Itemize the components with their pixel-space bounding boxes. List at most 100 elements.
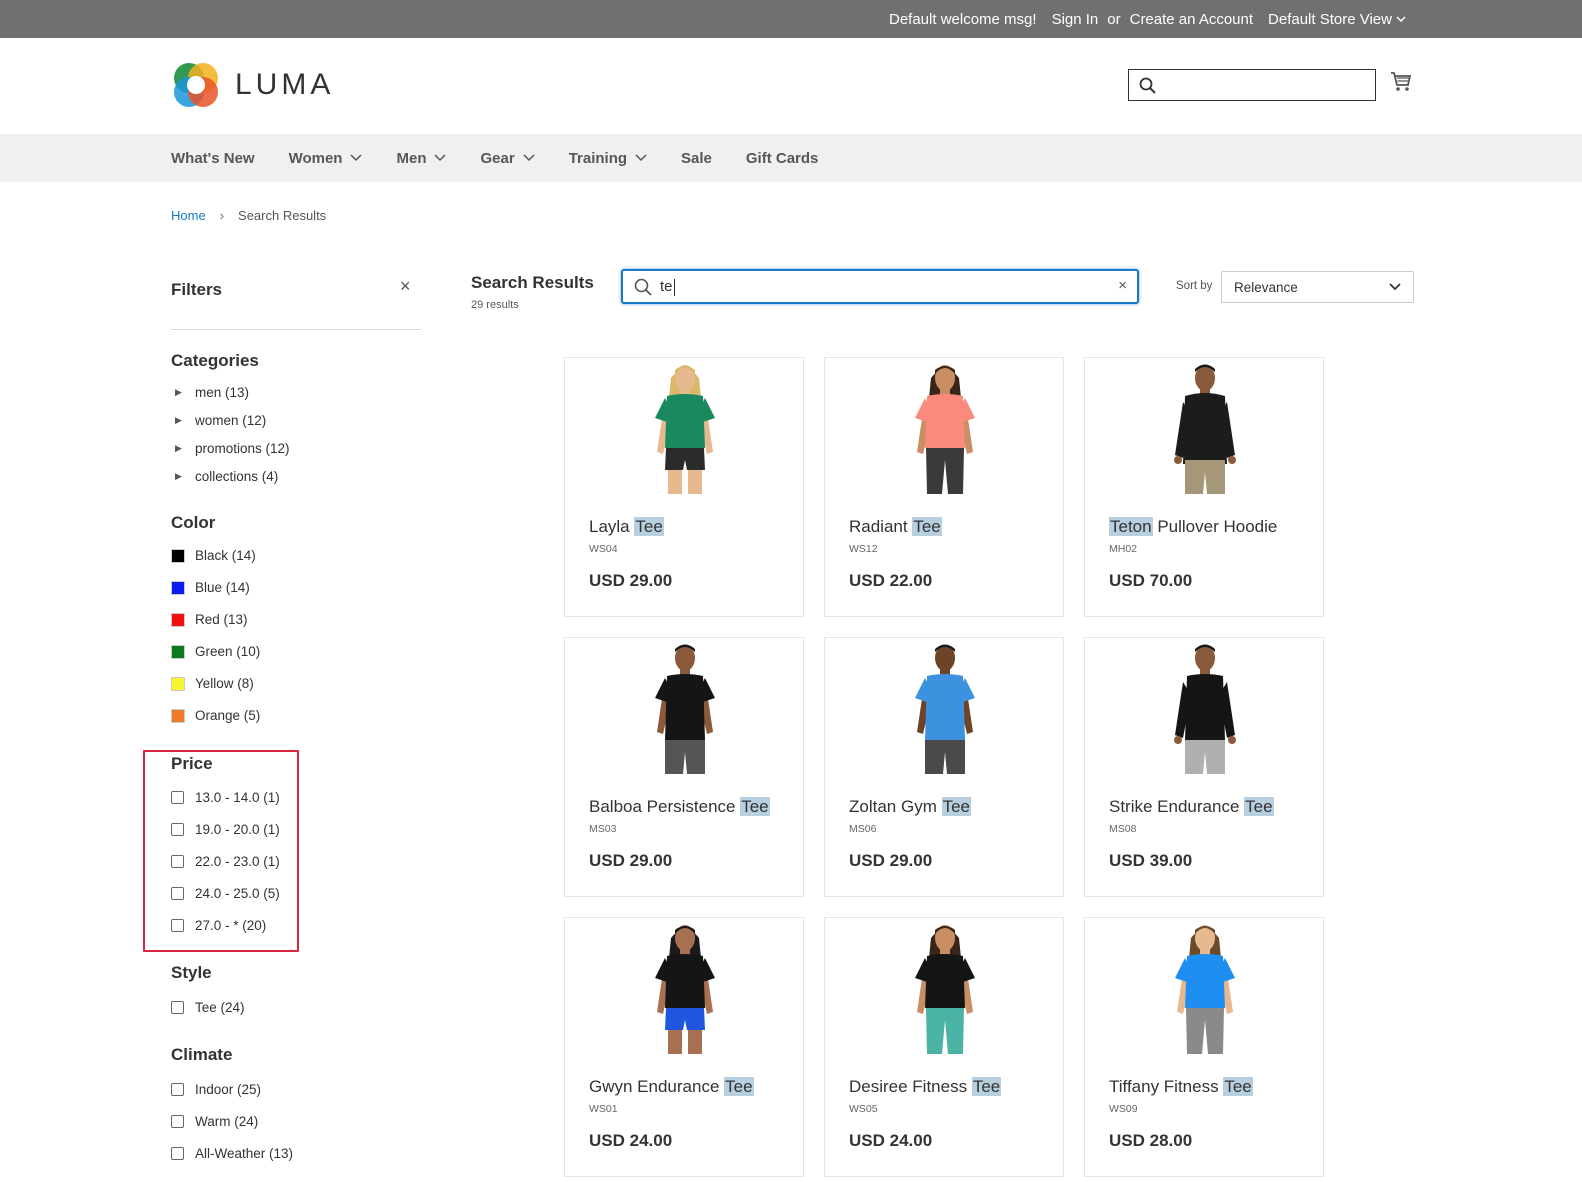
- search-term-highlight: Tee: [1244, 797, 1274, 816]
- filter-checkbox[interactable]: [171, 1083, 184, 1096]
- filter-checkbox[interactable]: [171, 1147, 184, 1160]
- product-name-link[interactable]: Radiant Tee: [849, 517, 942, 537]
- search-term-highlight: Tee: [941, 797, 972, 816]
- nav-item-gear[interactable]: Gear: [480, 150, 535, 167]
- style-filter-option[interactable]: Tee (24): [171, 1000, 245, 1015]
- luma-logo[interactable]: LUMA: [171, 60, 334, 110]
- results-search-input[interactable]: te ×: [621, 269, 1139, 304]
- product-name-link[interactable]: Tiffany Fitness Tee: [1109, 1077, 1253, 1097]
- nav-item-label: Training: [568, 149, 628, 167]
- nav-item-label: Gift Cards: [745, 149, 819, 167]
- nav-item-training[interactable]: Training: [569, 150, 647, 167]
- product-name-link[interactable]: Teton Pullover Hoodie: [1109, 517, 1277, 537]
- nav-item-sale[interactable]: Sale: [681, 150, 712, 167]
- product-card[interactable]: Radiant Tee WS12 USD 22.00: [824, 357, 1064, 617]
- climate-filter-option[interactable]: All-Weather (13): [171, 1146, 293, 1161]
- product-image[interactable]: [1145, 920, 1265, 1054]
- product-card[interactable]: Balboa Persistence Tee MS03 USD 29.00: [564, 637, 804, 897]
- categories-filter-option[interactable]: ▶ men (13): [171, 385, 249, 400]
- filter-checkbox[interactable]: [171, 791, 184, 804]
- product-name-link[interactable]: Zoltan Gym Tee: [849, 797, 972, 817]
- filter-option-label: 24.0 - 25.0 (5): [195, 886, 280, 901]
- filter-checkbox[interactable]: [171, 919, 184, 932]
- filter-option-label: Tee (24): [195, 1000, 245, 1015]
- product-image[interactable]: [885, 920, 1005, 1054]
- product-name-link[interactable]: Gwyn Endurance Tee: [589, 1077, 754, 1097]
- categories-filter-option[interactable]: ▶ promotions (12): [171, 441, 290, 456]
- filter-checkbox[interactable]: [171, 887, 184, 900]
- product-card[interactable]: Zoltan Gym Tee MS06 USD 29.00: [824, 637, 1064, 897]
- color-filter-option[interactable]: Green (10): [171, 644, 260, 659]
- product-image[interactable]: [885, 360, 1005, 494]
- cart-icon[interactable]: [1390, 71, 1412, 98]
- color-swatch: [171, 644, 185, 659]
- product-image[interactable]: [625, 640, 745, 774]
- price-filter-option[interactable]: 22.0 - 23.0 (1): [171, 854, 280, 869]
- product-card[interactable]: Teton Pullover Hoodie MH02 USD 70.00: [1084, 357, 1324, 617]
- filter-checkbox[interactable]: [171, 1115, 184, 1128]
- sort-by-select[interactable]: Relevance: [1221, 271, 1414, 303]
- price-filter-option[interactable]: 13.0 - 14.0 (1): [171, 790, 280, 805]
- product-name-text: Radiant: [849, 517, 913, 536]
- climate-filter-option[interactable]: Indoor (25): [171, 1082, 261, 1097]
- product-name-link[interactable]: Strike Endurance Tee: [1109, 797, 1274, 817]
- filter-checkbox[interactable]: [171, 1001, 184, 1014]
- color-swatch: [171, 612, 185, 627]
- color-filter-option[interactable]: Orange (5): [171, 708, 260, 723]
- product-name-text: Desiree Fitness: [849, 1077, 972, 1096]
- store-view-label: Default Store View: [1268, 10, 1392, 28]
- climate-filter-option[interactable]: Warm (24): [171, 1114, 258, 1129]
- chevron-down-icon: [1389, 283, 1401, 291]
- price-filter-option[interactable]: 19.0 - 20.0 (1): [171, 822, 280, 837]
- main-navigation: What's New Women Men Gear Training Sale Gift C…: [0, 134, 1582, 182]
- filter-option-label: Green (10): [195, 644, 261, 659]
- product-name-link[interactable]: Desiree Fitness Tee: [849, 1077, 1002, 1097]
- filter-option-label: Orange (5): [195, 708, 261, 723]
- product-image[interactable]: [885, 640, 1005, 774]
- product-name-link[interactable]: Balboa Persistence Tee: [589, 797, 770, 817]
- sort-by-label: Sort by: [1176, 280, 1213, 292]
- close-filters-icon[interactable]: ×: [400, 276, 411, 297]
- sign-in-link[interactable]: Sign In: [1052, 11, 1099, 28]
- chevron-down-icon: [1396, 16, 1406, 22]
- product-card[interactable]: Strike Endurance Tee MS08 USD 39.00: [1084, 637, 1324, 897]
- nav-item-what-s-new[interactable]: What's New: [171, 150, 255, 167]
- nav-item-gift-cards[interactable]: Gift Cards: [746, 150, 819, 167]
- color-filter-option[interactable]: Black (14): [171, 548, 256, 563]
- product-name-link[interactable]: Layla Tee: [589, 517, 664, 537]
- chevron-down-icon: [350, 154, 363, 162]
- product-card[interactable]: Gwyn Endurance Tee WS01 USD 24.00: [564, 917, 804, 1177]
- price-filter-option[interactable]: 24.0 - 25.0 (5): [171, 886, 280, 901]
- expand-arrow-icon: ▶: [175, 471, 182, 481]
- product-image[interactable]: [625, 360, 745, 494]
- filter-option-label: 27.0 - * (20): [195, 918, 267, 933]
- product-card[interactable]: Tiffany Fitness Tee WS09 USD 28.00: [1084, 917, 1324, 1177]
- nav-item-women[interactable]: Women: [289, 150, 363, 167]
- nav-item-men[interactable]: Men: [396, 150, 447, 167]
- filter-option-label: 13.0 - 14.0 (1): [195, 790, 280, 805]
- categories-filter-option[interactable]: ▶ collections (4): [171, 469, 278, 484]
- search-term-highlight: Tee: [740, 797, 770, 816]
- create-account-link[interactable]: Create an Account: [1130, 11, 1253, 28]
- product-price: USD 29.00: [849, 851, 933, 870]
- product-sku: MS03: [589, 823, 617, 835]
- color-filter-option[interactable]: Red (13): [171, 612, 248, 627]
- filter-checkbox[interactable]: [171, 823, 184, 836]
- color-filter-option[interactable]: Blue (14): [171, 580, 250, 595]
- product-image[interactable]: [1145, 360, 1265, 494]
- expand-arrow-icon: ▶: [175, 387, 182, 397]
- store-switcher[interactable]: Default Store View: [1268, 11, 1406, 28]
- product-card[interactable]: Desiree Fitness Tee WS05 USD 24.00: [824, 917, 1064, 1177]
- luma-logo-icon: [174, 63, 218, 107]
- price-filter-option[interactable]: 27.0 - * (20): [171, 918, 266, 933]
- categories-filter-option[interactable]: ▶ women (12): [171, 413, 266, 428]
- filter-checkbox[interactable]: [171, 855, 184, 868]
- clear-search-icon[interactable]: ×: [1118, 277, 1127, 294]
- product-sku: MS08: [1109, 823, 1137, 835]
- product-image[interactable]: [625, 920, 745, 1054]
- color-filter-option[interactable]: Yellow (8): [171, 676, 254, 691]
- breadcrumb-home-link[interactable]: Home: [171, 208, 206, 223]
- product-image[interactable]: [1145, 640, 1265, 774]
- header-search-input[interactable]: [1128, 69, 1376, 101]
- product-card[interactable]: Layla Tee WS04 USD 29.00: [564, 357, 804, 617]
